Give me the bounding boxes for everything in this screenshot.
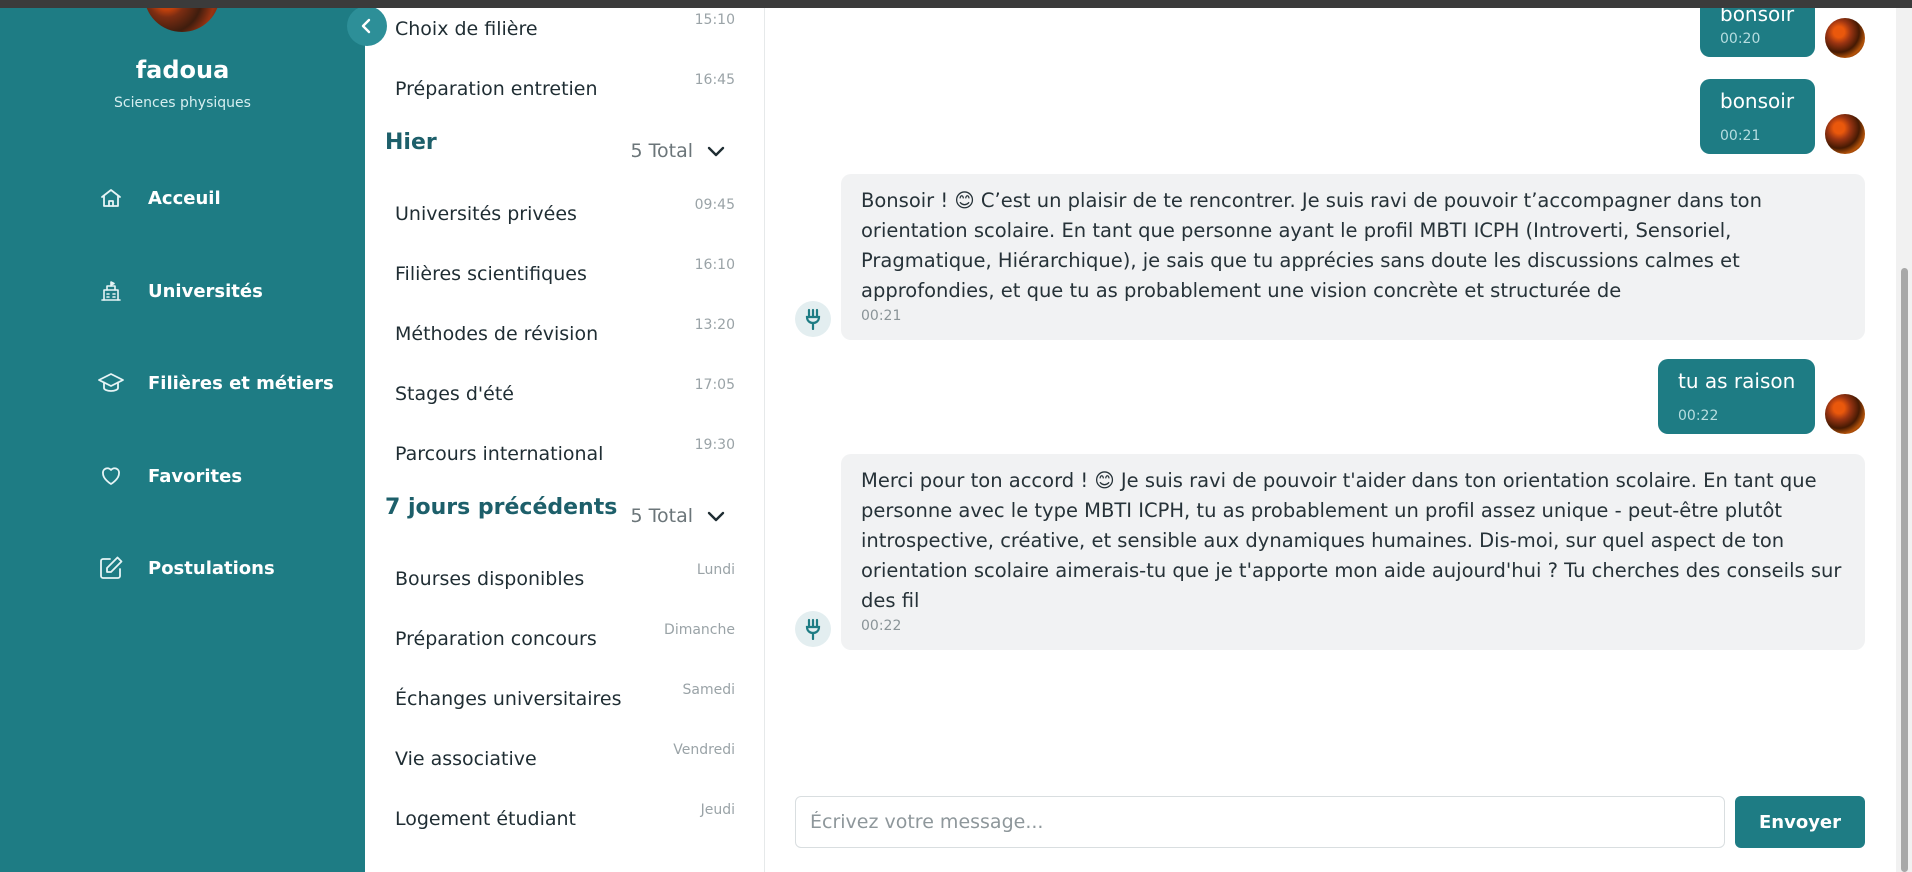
message-text: Merci pour ton accord ! 😊 Je suis ravi d…	[861, 469, 1842, 612]
chevron-down-icon[interactable]	[705, 505, 727, 527]
conversation-time: 15:10	[694, 12, 735, 28]
conversation-title: Vie associative	[395, 748, 537, 770]
user-message: bonsoir 00:20	[1700, 0, 1815, 57]
sidebar-item-label: Acceuil	[148, 187, 221, 209]
user-message: tu as raison 00:22	[1658, 359, 1815, 434]
profile-name: fadoua	[135, 56, 230, 84]
conversation-item[interactable]: Stages d'été 17:05	[395, 375, 735, 415]
section-title: Hier	[385, 130, 437, 155]
conversation-time: 19:30	[694, 437, 735, 453]
user-avatar	[1825, 114, 1865, 154]
conversation-item[interactable]: Logement étudiant Jeudi	[395, 800, 735, 840]
conversation-list: Choix de filière 15:10 Préparation entre…	[365, 0, 765, 872]
conversation-item[interactable]: Choix de filière 15:10	[395, 10, 735, 50]
conversation-item[interactable]: Préparation entretien 16:45	[395, 70, 735, 110]
sidebar-item-filieres-metiers[interactable]: Filières et métiers	[98, 363, 334, 403]
home-icon	[98, 185, 124, 211]
chevron-down-icon[interactable]	[705, 140, 727, 162]
conversation-time: 16:10	[694, 257, 735, 273]
conversation-title: Filières scientifiques	[395, 263, 587, 285]
message-text: tu as raison	[1678, 369, 1796, 393]
conversation-time: 17:05	[694, 377, 735, 393]
conversation-title: Universités privées	[395, 203, 577, 225]
sidebar-item-favorites[interactable]: Favorites	[98, 456, 242, 496]
conversation-title: Parcours international	[395, 443, 604, 465]
conversation-title: Logement étudiant	[395, 808, 577, 830]
scrollbar-thumb[interactable]	[1901, 268, 1908, 872]
section-total: 5 Total	[630, 505, 693, 527]
conversation-item[interactable]: Parcours international 19:30	[395, 435, 735, 475]
sidebar-item-label: Postulations	[148, 557, 275, 579]
graduation-cap-icon	[98, 370, 124, 396]
conversation-item[interactable]: Bourses disponibles Lundi	[395, 560, 735, 600]
message-time: 00:22	[1678, 408, 1719, 424]
user-message: bonsoir 00:21	[1700, 79, 1815, 154]
bot-avatar	[795, 301, 831, 337]
sidebar-item-universites[interactable]: Universités	[98, 271, 263, 311]
profile-track: Sciences physiques	[114, 95, 251, 111]
section-total: 5 Total	[630, 140, 693, 162]
chevron-left-icon	[361, 18, 371, 34]
bot-message: Bonsoir ! 😊 C’est un plaisir de te renco…	[841, 174, 1865, 340]
conversation-item[interactable]: Préparation concours Dimanche	[395, 620, 735, 660]
browser-top-strip	[0, 0, 1912, 8]
conversation-time: Jeudi	[700, 802, 735, 818]
sidebar: fadoua Sciences physiques Acceuil Univer…	[0, 0, 365, 872]
collapse-sidebar-button[interactable]	[347, 6, 387, 46]
section-header-yesterday: Hier 5 Total	[385, 126, 745, 166]
conversation-title: Préparation entretien	[395, 78, 598, 100]
message-text: Bonsoir ! 😊 C’est un plaisir de te renco…	[861, 189, 1762, 302]
conversation-title: Stages d'été	[395, 383, 514, 405]
user-avatar	[1825, 394, 1865, 434]
conversation-time: 16:45	[694, 72, 735, 88]
conversation-item[interactable]: Échanges universitaires Samedi	[395, 680, 735, 720]
bot-message: Merci pour ton accord ! 😊 Je suis ravi d…	[841, 454, 1865, 650]
university-icon	[98, 278, 124, 304]
bot-avatar	[795, 611, 831, 647]
section-title: 7 jours précédents	[385, 495, 618, 520]
conversation-title: Échanges universitaires	[395, 688, 622, 710]
conversation-title: Préparation concours	[395, 628, 597, 650]
message-time: 00:20	[1720, 31, 1761, 47]
bot-icon	[805, 618, 821, 640]
message-time: 00:21	[861, 308, 902, 324]
bot-icon	[805, 308, 821, 330]
edit-icon	[98, 555, 124, 581]
conversation-item[interactable]: Filières scientifiques 16:10	[395, 255, 735, 295]
conversation-time: Vendredi	[673, 742, 735, 758]
sidebar-item-label: Favorites	[148, 465, 243, 487]
section-header-last-7-days: 7 jours précédents 5 Total	[385, 491, 745, 531]
conversation-item[interactable]: Universités privées 09:45	[395, 195, 735, 235]
sidebar-item-acceuil[interactable]: Acceuil	[98, 178, 221, 218]
message-input[interactable]	[795, 796, 1725, 848]
sidebar-item-label: Filières et métiers	[148, 372, 334, 394]
send-button[interactable]: Envoyer	[1735, 796, 1865, 848]
conversation-title: Bourses disponibles	[395, 568, 585, 590]
conversation-item[interactable]: Méthodes de révision 13:20	[395, 315, 735, 355]
sidebar-item-label: Universités	[148, 280, 263, 302]
conversation-time: Lundi	[696, 562, 735, 578]
conversation-time: Samedi	[682, 682, 736, 698]
heart-icon	[98, 463, 124, 489]
conversation-item[interactable]: Vie associative Vendredi	[395, 740, 735, 780]
sidebar-item-postulations[interactable]: Postulations	[98, 548, 275, 588]
message-text: bonsoir	[1720, 89, 1795, 113]
conversation-time: Dimanche	[664, 622, 735, 638]
conversation-title: Méthodes de révision	[395, 323, 599, 345]
user-avatar	[1825, 18, 1865, 58]
message-time: 00:21	[1720, 128, 1761, 144]
message-time: 00:22	[861, 618, 902, 634]
conversation-time: 13:20	[694, 317, 735, 333]
conversation-title: Choix de filière	[395, 18, 538, 40]
conversation-time: 09:45	[694, 197, 735, 213]
